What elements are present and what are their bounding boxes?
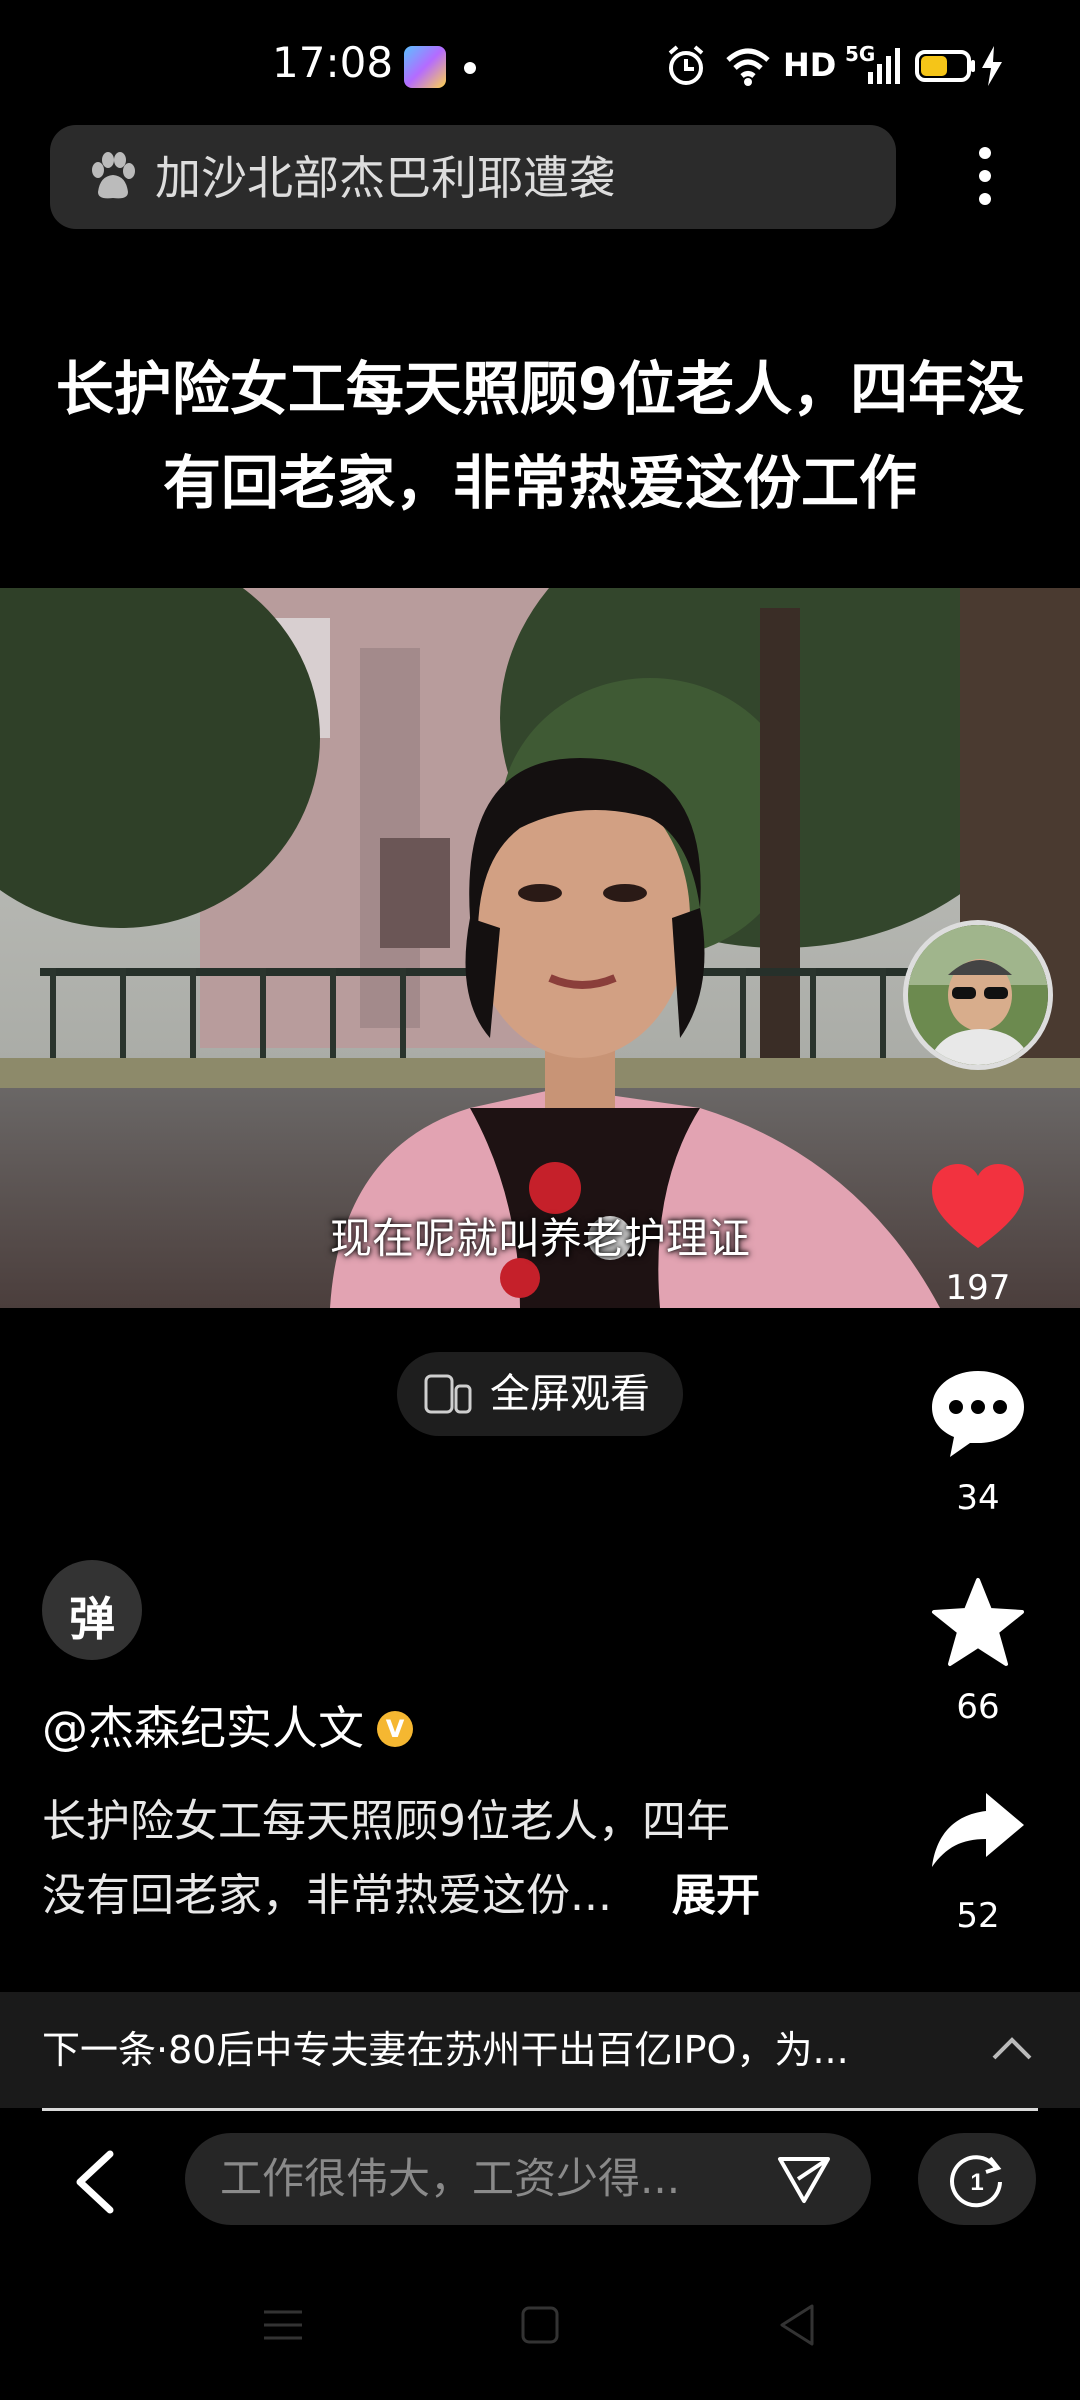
- home-icon[interactable]: [515, 2300, 565, 2350]
- back-triangle-icon[interactable]: [772, 2300, 822, 2350]
- baidu-paw-icon: [92, 152, 135, 199]
- battery-icon: [915, 50, 975, 82]
- favorite-star-icon[interactable]: [928, 1574, 1028, 1674]
- gallery-app-icon: [404, 46, 446, 88]
- page-number: 1: [970, 2169, 983, 2196]
- description-line-2: 没有回老家，非常热爱这份...: [42, 1870, 612, 1921]
- next-video-title[interactable]: 下一条·80后中专夫妻在苏州干出百亿IPO，为...: [42, 2022, 849, 2078]
- verified-badge-icon: V: [377, 1711, 413, 1747]
- status-time: 17:08: [272, 38, 394, 87]
- favorite-count: 66: [956, 1687, 1000, 1727]
- chevron-up-icon[interactable]: [990, 2028, 1034, 2068]
- comment-count: 34: [956, 1478, 1000, 1518]
- progress-divider: [42, 2108, 1038, 2111]
- status-bar: 17:08 HD 5G: [0, 0, 1080, 130]
- fullscreen-icon: [424, 1374, 472, 1414]
- share-arrow-icon[interactable]: [928, 1783, 1028, 1883]
- share-count: 52: [956, 1896, 1000, 1936]
- like-count: 197: [945, 1268, 1011, 1308]
- back-arrow-icon[interactable]: [70, 2150, 120, 2214]
- charging-icon: [982, 46, 1002, 86]
- danmaku-label: 弹: [69, 1592, 115, 1646]
- description-line-1: 长护险女工每天照顾9位老人，四年: [42, 1796, 730, 1847]
- menu-icon[interactable]: [258, 2300, 308, 2350]
- comment-placeholder: 工作很伟大，工资少得...: [220, 2154, 681, 2203]
- refresh-page-icon: 1: [950, 2155, 1002, 2208]
- send-icon[interactable]: [776, 2155, 832, 2205]
- video-title: 长护险女工每天照顾9位老人，四年没有回老家，非常热爱这份工作: [55, 355, 1025, 517]
- wifi-icon: [726, 48, 770, 86]
- avatar-image: [908, 925, 1048, 1065]
- signal-icon: [868, 48, 900, 84]
- fullscreen-label: 全屏观看: [490, 1371, 650, 1417]
- expand-button[interactable]: 展开: [672, 1864, 760, 1928]
- alarm-icon: [668, 45, 704, 85]
- like-heart-icon[interactable]: [928, 1160, 1028, 1260]
- more-vert-icon[interactable]: [965, 145, 1005, 207]
- search-query[interactable]: 加沙北部杰巴利耶遭袭: [155, 150, 615, 206]
- author-name[interactable]: @杰森纪实人文: [42, 1698, 364, 1758]
- author-avatar[interactable]: [903, 920, 1053, 1070]
- network-type: HD: [783, 46, 837, 84]
- comment-bubble-icon[interactable]: [928, 1365, 1028, 1465]
- notification-dot-icon: [464, 62, 476, 74]
- video-subtitle: 现在呢就叫养老护理证: [329, 1214, 750, 1263]
